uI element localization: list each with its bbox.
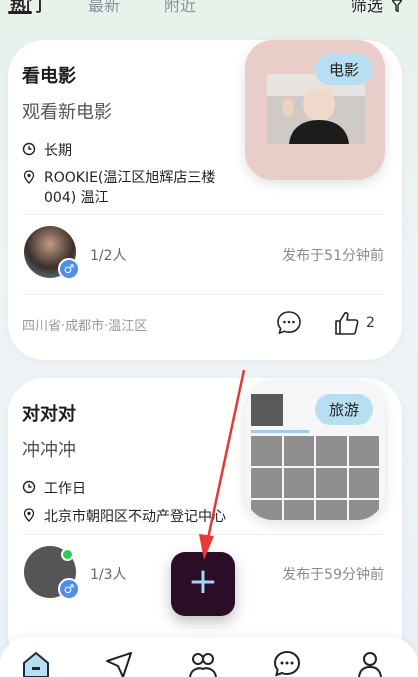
plus-icon: + [187,561,219,602]
posted-time: 发布于59分钟前 [282,567,384,583]
activity-thumbnail[interactable]: 旅游 [245,380,385,520]
activity-subtitle: 冲冲冲 [22,440,76,461]
divider [22,294,384,295]
online-status-dot [61,548,74,561]
filter-icon [392,0,402,12]
category-tag: 电影 [314,54,373,85]
address-text: ROOKIE(温江区旭辉店三楼004) 温江 [44,170,216,206]
activity-title: 对对对 [22,404,76,425]
posted-time: 发布于51分钟前 [282,248,384,264]
clock-icon [22,142,36,156]
male-icon: ♂ [58,578,80,600]
tab-latest[interactable]: 最新 [88,0,120,16]
divider [22,534,384,535]
location-pin-icon [23,508,35,522]
divider [22,214,384,215]
participant-count: 1/3人 [90,567,127,583]
filter-button[interactable]: 筛选 [351,0,402,16]
male-icon: ♂ [58,258,80,280]
activity-subtitle: 观看新电影 [22,102,112,123]
thumbs-up-icon[interactable] [334,310,360,336]
bottom-nav-bar [0,637,418,677]
screenshot-grid [251,436,379,520]
activity-thumbnail[interactable]: 电影 [245,40,385,180]
filter-label: 筛选 [350,0,383,15]
screenshot-image [251,430,309,433]
participant-count: 1/2人 [90,248,127,264]
duration-text: 长期 [44,143,72,159]
address-row: ROOKIE(温江区旭辉店三楼004) 温江 [22,168,232,208]
duration-text: 工作日 [44,481,86,497]
category-tag: 旅游 [314,394,373,425]
like-count: 2 [366,315,375,331]
comment-icon[interactable] [276,310,302,336]
avatar[interactable]: ♂ [24,546,80,600]
location-text: 四川省·成都市·温江区 [22,319,148,334]
address-row: 北京市朝阳区不动产登记中心 [22,506,242,526]
clock-icon [22,480,36,494]
active-tab-underline [8,11,32,14]
avatar[interactable]: ♂ [24,226,80,280]
tab-nearby[interactable]: 附近 [164,0,196,16]
duration-row: 长期 [22,140,72,160]
address-text: 北京市朝阳区不动产登记中心 [44,509,226,525]
duration-row: 工作日 [22,478,86,498]
activity-title: 看电影 [22,66,76,87]
top-tab-bar: 热门 最新 附近 筛选 [0,0,418,22]
create-activity-button[interactable]: + [171,552,235,616]
location-pin-icon [23,170,35,184]
screenshot-image [251,394,283,426]
